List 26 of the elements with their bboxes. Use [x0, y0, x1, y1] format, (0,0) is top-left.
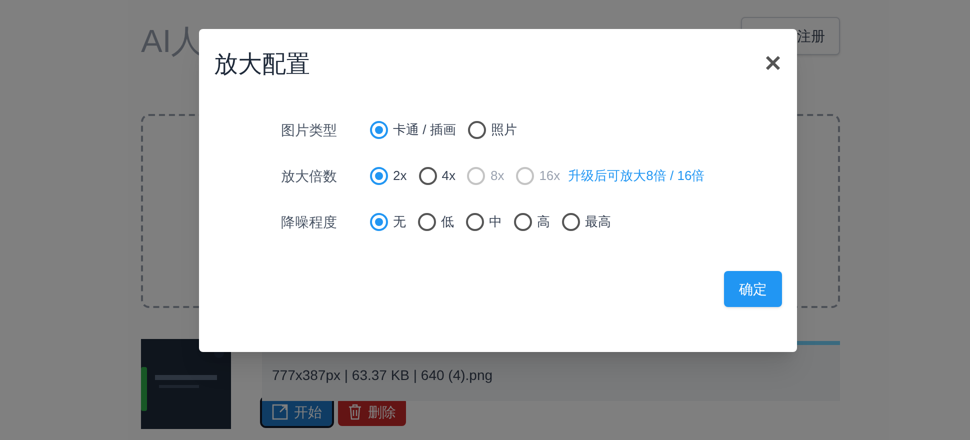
radio-button[interactable] [418, 167, 437, 185]
radio-button[interactable] [562, 213, 580, 231]
radio-label[interactable]: 2x [393, 166, 407, 186]
radio-button[interactable] [514, 213, 532, 231]
field-label: 放大倍数 [281, 166, 338, 186]
expand-icon [272, 404, 288, 420]
radio-button[interactable] [466, 213, 484, 231]
radio-label[interactable]: 低 [441, 212, 454, 232]
file-info: 777x387px | 63.37 KB | 640 (4).png [271, 366, 494, 385]
radio-button[interactable] [370, 121, 388, 139]
radio-label[interactable]: 中 [489, 212, 502, 232]
trash-icon [348, 404, 362, 420]
radio-button[interactable] [468, 121, 486, 139]
radio-label[interactable]: 4x [442, 166, 456, 186]
radio-button[interactable] [418, 213, 436, 231]
close-icon[interactable] [765, 55, 781, 71]
radio-label[interactable]: 最高 [585, 212, 611, 232]
radio-label[interactable]: 高 [537, 212, 550, 232]
field-label: 图片类型 [281, 120, 338, 140]
radio-label[interactable]: 无 [393, 212, 406, 232]
radio-label[interactable]: 卡通 / 插画 [393, 120, 456, 140]
radio-button[interactable] [370, 213, 388, 231]
radio-button[interactable] [370, 167, 388, 185]
radio-label[interactable]: 照片 [490, 120, 517, 140]
field-label: 降噪程度 [281, 212, 338, 232]
dialog-title: 放大配置 [214, 50, 310, 80]
